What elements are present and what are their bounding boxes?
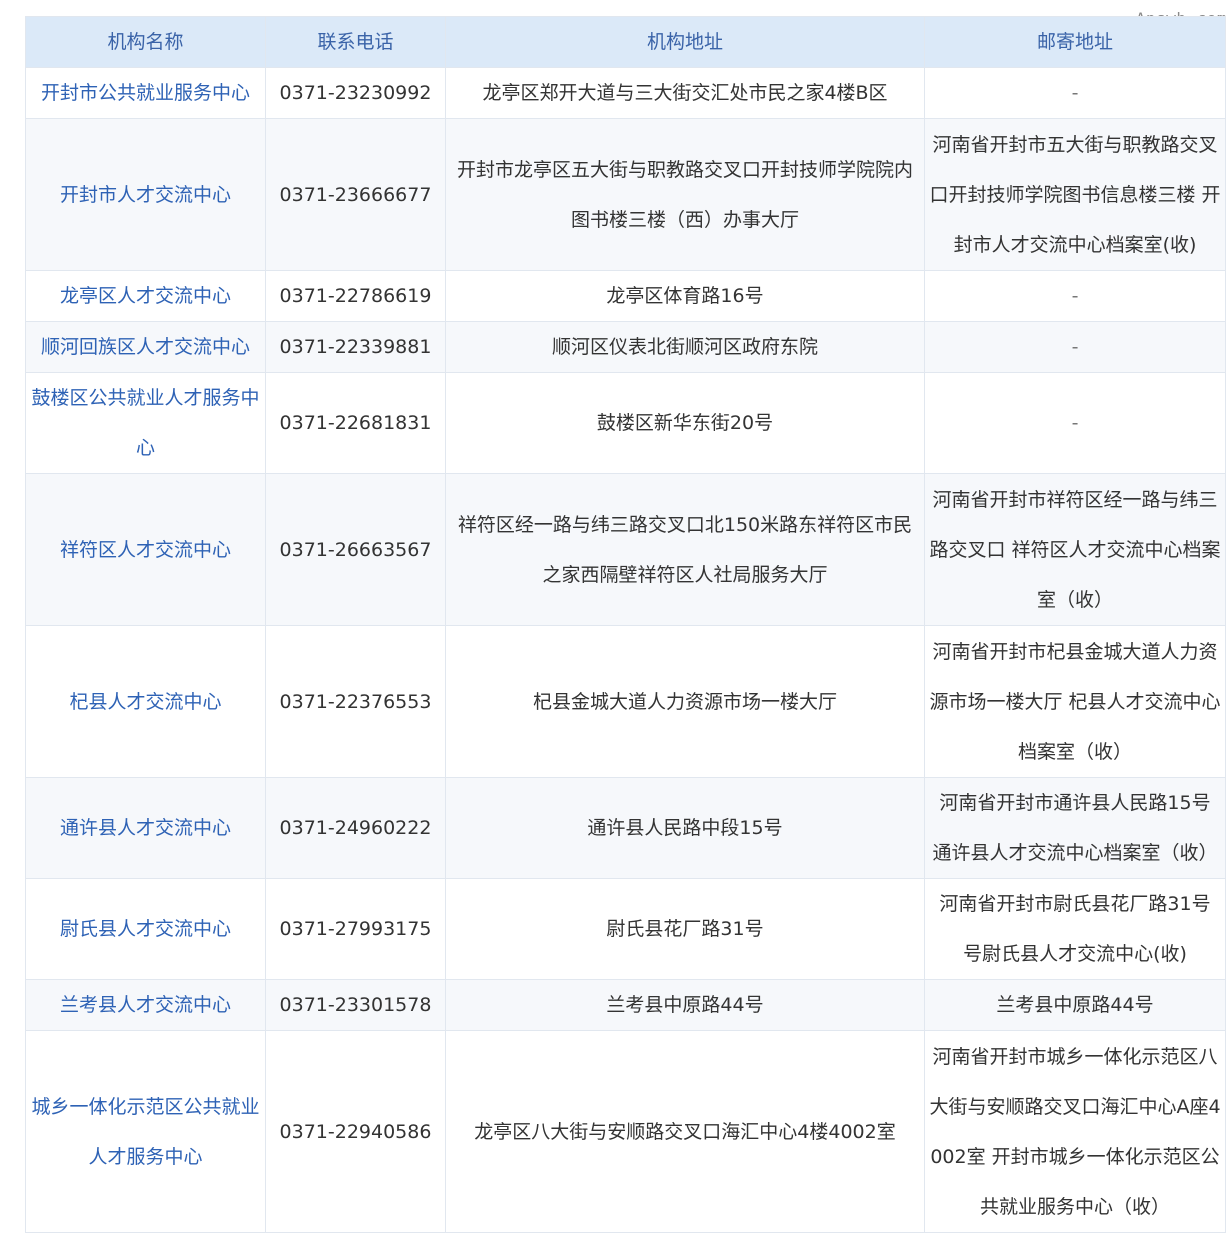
cell-phone: 0371-22339881: [265, 321, 446, 373]
table-header-row: 机构名称 联系电话 机构地址 邮寄地址: [25, 16, 1226, 68]
cell-name[interactable]: 尉氏县人才交流中心: [25, 878, 266, 980]
cell-mail: 河南省开封市通许县人民路15号 通许县人才交流中心档案室（收）: [924, 777, 1226, 879]
cell-phone: 0371-23301578: [265, 979, 446, 1031]
table-row: 兰考县人才交流中心 0371-23301578 兰考县中原路44号 兰考县中原路…: [25, 979, 1226, 1031]
cell-mail: 河南省开封市杞县金城大道人力资源市场一楼大厅 杞县人才交流中心档案室（收）: [924, 625, 1226, 778]
cell-name[interactable]: 鼓楼区公共就业人才服务中心: [25, 372, 266, 474]
cell-address: 兰考县中原路44号: [445, 979, 925, 1031]
table-row: 城乡一体化示范区公共就业人才服务中心 0371-22940586 龙亭区八大街与…: [25, 1030, 1226, 1233]
cell-name[interactable]: 顺河回族区人才交流中心: [25, 321, 266, 373]
cell-phone: 0371-22376553: [265, 625, 446, 778]
cell-phone: 0371-23230992: [265, 67, 446, 119]
cell-mail: -: [924, 270, 1226, 322]
table-row: 龙亭区人才交流中心 0371-22786619 龙亭区体育路16号 -: [25, 270, 1226, 322]
cell-phone: 0371-22786619: [265, 270, 446, 322]
institution-table: 机构名称 联系电话 机构地址 邮寄地址 开封市公共就业服务中心 0371-232…: [25, 16, 1226, 1233]
cell-address: 龙亭区八大街与安顺路交叉口海汇中心4楼4002室: [445, 1030, 925, 1233]
cell-phone: 0371-22681831: [265, 372, 446, 474]
table-row: 杞县人才交流中心 0371-22376553 杞县金城大道人力资源市场一楼大厅 …: [25, 625, 1226, 778]
table-row: 开封市公共就业服务中心 0371-23230992 龙亭区郑开大道与三大街交汇处…: [25, 67, 1226, 119]
cell-phone: 0371-23666677: [265, 118, 446, 271]
header-phone: 联系电话: [265, 16, 446, 68]
cell-name[interactable]: 祥符区人才交流中心: [25, 473, 266, 626]
cell-mail: 河南省开封市五大街与职教路交叉口开封技师学院图书信息楼三楼 开封市人才交流中心档…: [924, 118, 1226, 271]
table-row: 祥符区人才交流中心 0371-26663567 祥符区经一路与纬三路交叉口北15…: [25, 473, 1226, 626]
cell-name[interactable]: 杞县人才交流中心: [25, 625, 266, 778]
table-row: 鼓楼区公共就业人才服务中心 0371-22681831 鼓楼区新华东街20号 -: [25, 372, 1226, 474]
header-address: 机构地址: [445, 16, 925, 68]
cell-name[interactable]: 龙亭区人才交流中心: [25, 270, 266, 322]
table-row: 通许县人才交流中心 0371-24960222 通许县人民路中段15号 河南省开…: [25, 777, 1226, 879]
cell-name[interactable]: 开封市公共就业服务中心: [25, 67, 266, 119]
cell-address: 龙亭区郑开大道与三大街交汇处市民之家4楼B区: [445, 67, 925, 119]
cell-mail: 兰考县中原路44号: [924, 979, 1226, 1031]
cell-address: 杞县金城大道人力资源市场一楼大厅: [445, 625, 925, 778]
cell-mail: -: [924, 321, 1226, 373]
cell-mail: -: [924, 372, 1226, 474]
cell-mail: 河南省开封市尉氏县花厂路31号 号尉氏县人才交流中心(收): [924, 878, 1226, 980]
table-row: 尉氏县人才交流中心 0371-27993175 尉氏县花厂路31号 河南省开封市…: [25, 878, 1226, 980]
cell-phone: 0371-22940586: [265, 1030, 446, 1233]
cell-address: 鼓楼区新华东街20号: [445, 372, 925, 474]
header-name: 机构名称: [25, 16, 266, 68]
cell-address: 尉氏县花厂路31号: [445, 878, 925, 980]
cell-address: 龙亭区体育路16号: [445, 270, 925, 322]
cell-name[interactable]: 城乡一体化示范区公共就业人才服务中心: [25, 1030, 266, 1233]
cell-address: 开封市龙亭区五大街与职教路交叉口开封技师学院院内图书楼三楼（西）办事大厅: [445, 118, 925, 271]
cell-name[interactable]: 兰考县人才交流中心: [25, 979, 266, 1031]
cell-mail: 河南省开封市城乡一体化示范区八大街与安顺路交叉口海汇中心A座4002室 开封市城…: [924, 1030, 1226, 1233]
cell-phone: 0371-24960222: [265, 777, 446, 879]
cell-name[interactable]: 通许县人才交流中心: [25, 777, 266, 879]
cell-mail: 河南省开封市祥符区经一路与纬三路交叉口 祥符区人才交流中心档案室（收）: [924, 473, 1226, 626]
cell-name[interactable]: 开封市人才交流中心: [25, 118, 266, 271]
cell-address: 通许县人民路中段15号: [445, 777, 925, 879]
cell-address: 祥符区经一路与纬三路交叉口北150米路东祥符区市民之家西隔壁祥符区人社局服务大厅: [445, 473, 925, 626]
cell-address: 顺河区仪表北街顺河区政府东院: [445, 321, 925, 373]
cell-mail: -: [924, 67, 1226, 119]
header-mail: 邮寄地址: [924, 16, 1226, 68]
cell-phone: 0371-26663567: [265, 473, 446, 626]
table-row: 开封市人才交流中心 0371-23666677 开封市龙亭区五大街与职教路交叉口…: [25, 118, 1226, 271]
table-row: 顺河回族区人才交流中心 0371-22339881 顺河区仪表北街顺河区政府东院…: [25, 321, 1226, 373]
cell-phone: 0371-27993175: [265, 878, 446, 980]
